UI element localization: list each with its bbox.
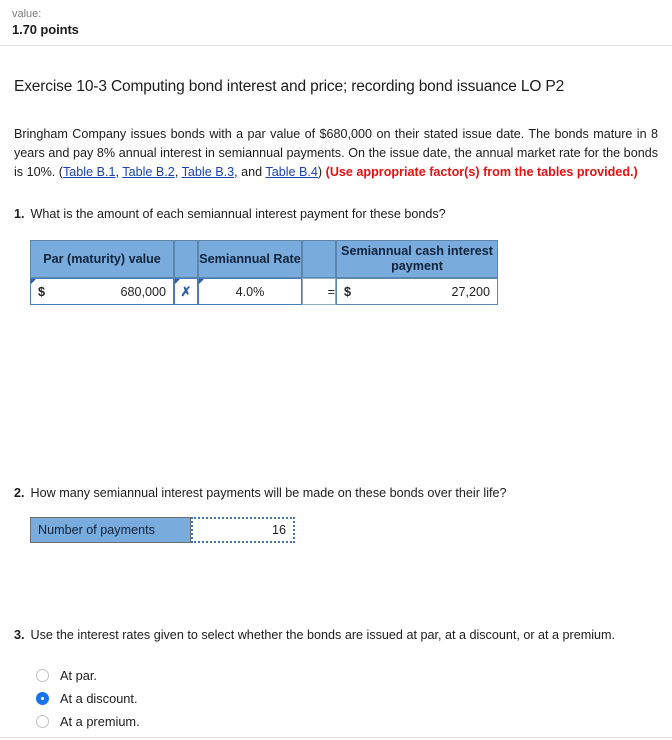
multiply-corner-marker-icon [175, 279, 180, 284]
link-table-b1[interactable]: Table B.1 [63, 165, 116, 179]
question-3-block: 3. Use the interest rates given to selec… [0, 626, 672, 733]
radio-indicator-at-a-discount[interactable] [36, 692, 49, 705]
question-2-block: 2. How many semiannual interest payments… [0, 484, 672, 543]
question-1-block: 1. What is the amount of each semiannual… [0, 205, 672, 305]
semiannual-payment-table: Par (maturity) value Semiannual Rate Sem… [30, 240, 498, 305]
question-3-prompt: 3. Use the interest rates given to selec… [14, 626, 658, 645]
table-value-row: $ 680,000 ✗ 4.0% = $ 27,200 [30, 278, 498, 305]
par-value-input[interactable]: $ 680,000 [30, 278, 174, 305]
par-value-amount: 680,000 [120, 284, 166, 299]
radio-indicator-at-par[interactable] [36, 669, 49, 682]
par-currency-symbol: $ [38, 284, 46, 299]
semiannual-rate-value: 4.0% [235, 284, 265, 299]
radio-option-at-par[interactable]: At par. [36, 664, 672, 687]
header-divider [0, 45, 672, 46]
result-currency-symbol: $ [344, 284, 352, 299]
question-1-prompt: 1. What is the amount of each semiannual… [14, 205, 658, 224]
header-multiply-spacer [174, 240, 198, 278]
header-par-value: Par (maturity) value [30, 240, 174, 278]
footer-divider [0, 737, 672, 738]
multiply-operator-cell[interactable]: ✗ [174, 278, 198, 305]
points-value: 1.70 points [12, 22, 79, 37]
header-equals-spacer [302, 240, 336, 278]
radio-indicator-at-a-premium[interactable] [36, 715, 49, 728]
equals-operator-cell: = [302, 278, 336, 305]
result-content: $ 27,200 [337, 285, 497, 299]
question-3-text: Use the interest rates given to select w… [30, 628, 616, 642]
cash-interest-payment-result: $ 27,200 [336, 278, 498, 305]
separator-2: , [174, 165, 182, 179]
question-2-text: How many semiannual interest payments wi… [30, 486, 507, 500]
number-of-payments-label: Number of payments [30, 517, 191, 543]
radio-label-at-par: At par. [60, 668, 97, 683]
separator-3: , and [234, 165, 266, 179]
link-table-b2[interactable]: Table B.2 [122, 165, 175, 179]
description-text-2: ) [317, 165, 326, 179]
radio-label-at-a-discount: At a discount. [60, 691, 138, 706]
question-2-prompt: 2. How many semiannual interest payments… [14, 484, 658, 503]
value-label: value: [12, 8, 42, 20]
number-of-payments-row: Number of payments 16 [30, 517, 295, 543]
number-of-payments-table: Number of payments 16 [30, 517, 295, 543]
question-2-number: 2. [14, 486, 25, 500]
input-corner-marker-icon [31, 279, 36, 284]
radio-label-at-a-premium: At a premium. [60, 714, 140, 729]
result-amount: 27,200 [451, 284, 490, 299]
exercise-description: Bringham Company issues bonds with a par… [14, 125, 658, 182]
instruction-note: (Use appropriate factor(s) from the tabl… [325, 165, 638, 179]
question-1-text: What is the amount of each semiannual in… [30, 207, 446, 221]
header-semiannual-rate: Semiannual Rate [198, 240, 302, 278]
link-table-b3[interactable]: Table B.3 [182, 165, 235, 179]
header-cash-interest-payment: Semiannual cash interest payment [336, 240, 498, 278]
multiply-icon: ✗ [180, 283, 192, 299]
points-bar: value: 1.70 points [0, 0, 672, 38]
radio-option-at-a-premium[interactable]: At a premium. [36, 710, 672, 733]
question-1-number: 1. [14, 207, 25, 221]
par-value-content: $ 680,000 [31, 285, 173, 299]
question-3-number: 3. [14, 628, 25, 642]
bond-issuance-radio-group[interactable]: At par. At a discount. At a premium. [36, 664, 672, 733]
radio-option-at-a-discount[interactable]: At a discount. [36, 687, 672, 710]
link-table-b4[interactable]: Table B.4 [265, 165, 318, 179]
table-header-row: Par (maturity) value Semiannual Rate Sem… [30, 240, 498, 278]
rate-corner-marker-icon [199, 279, 204, 284]
page-title: Exercise 10-3 Computing bond interest an… [14, 78, 565, 95]
number-of-payments-input[interactable]: 16 [191, 517, 295, 543]
semiannual-rate-input[interactable]: 4.0% [198, 278, 302, 305]
